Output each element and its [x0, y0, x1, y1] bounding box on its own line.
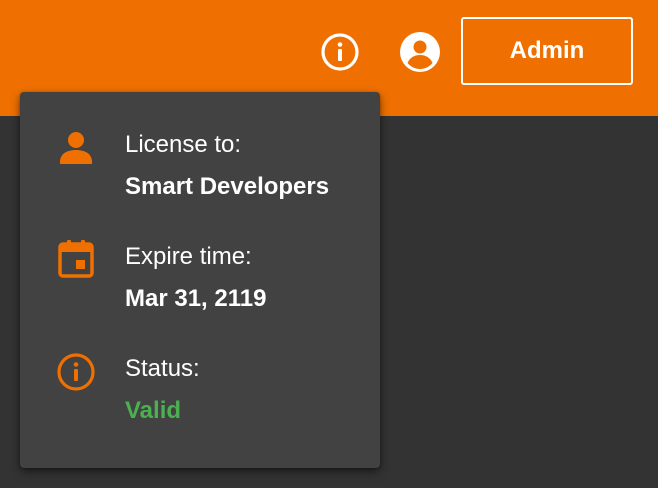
person-icon — [60, 132, 92, 164]
account-button[interactable] — [400, 32, 440, 72]
admin-button[interactable]: Admin — [461, 17, 633, 85]
expire-value: Mar 31, 2119 — [125, 285, 267, 312]
info-circle-icon — [321, 33, 359, 71]
account-circle-icon — [400, 32, 440, 72]
status-label: Status: — [125, 355, 200, 382]
info-circle-icon — [57, 353, 95, 391]
status-value: Valid — [125, 397, 182, 424]
license-info-popup: License to: Smart Developers Expire time… — [20, 92, 380, 468]
license-value: Smart Developers — [125, 173, 330, 200]
info-button[interactable] — [320, 32, 360, 72]
expire-label: Expire time: — [125, 243, 252, 270]
license-label: License to: — [125, 131, 242, 158]
calendar-icon — [58, 240, 94, 278]
